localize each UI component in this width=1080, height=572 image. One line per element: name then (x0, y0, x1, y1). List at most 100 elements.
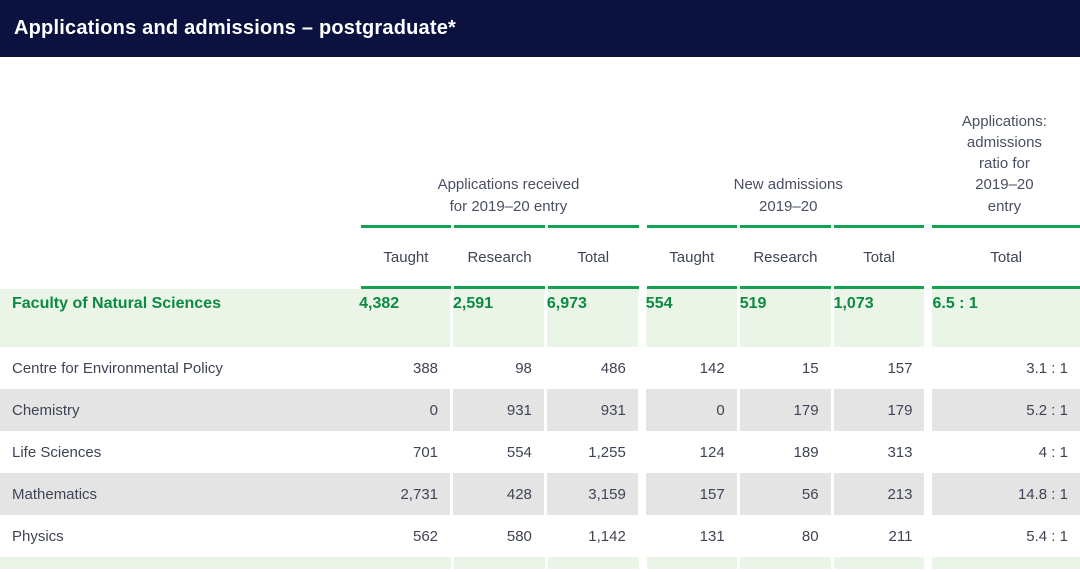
cell-ratio: 14.8 : 1 (932, 473, 1080, 515)
group-header-ratio: Applications: admissions ratio for 2019–… (929, 57, 1080, 225)
cell-ratio: 5.4 : 1 (932, 515, 1080, 557)
cell-apps-taught: 562 (359, 515, 450, 557)
column-group-gap (924, 473, 932, 515)
cell-adm-total: 213 (834, 473, 925, 515)
partial-cell (0, 557, 361, 569)
column-group-gap (924, 295, 932, 347)
column-group-gap (639, 557, 647, 569)
cell-apps-taught: 388 (359, 347, 450, 389)
faculty-adm-research: 519 (740, 295, 831, 347)
column-group-gap (638, 347, 646, 389)
cell-adm-research: 189 (740, 431, 831, 473)
row-label: Chemistry (0, 389, 359, 431)
table-sub-header-row: Taught Research Total Taught Research To… (0, 225, 1080, 289)
page-title: Applications and admissions – postgradua… (14, 17, 456, 40)
table-row[interactable]: Chemistry093193101791795.2 : 1 (0, 389, 1080, 431)
cell-apps-taught: 2,731 (359, 473, 450, 515)
partial-cell (647, 557, 738, 569)
column-group-gap (638, 389, 646, 431)
cell-ratio: 4 : 1 (932, 431, 1080, 473)
table-row-faculty[interactable]: Faculty of Natural Sciences 4,382 2,591 … (0, 295, 1080, 347)
row-label: Life Sciences (0, 431, 359, 473)
column-group-gap (638, 473, 646, 515)
sub-header-blank (0, 225, 361, 289)
cell-adm-taught: 157 (646, 473, 737, 515)
cell-adm-research: 56 (740, 473, 831, 515)
table-row-next-partial[interactable] (0, 557, 1080, 569)
group-header-applications-line1: Applications received (438, 174, 580, 195)
cell-apps-total: 1,142 (547, 515, 638, 557)
column-group-gap (638, 431, 646, 473)
faculty-adm-taught: 554 (646, 295, 737, 347)
partial-cell (932, 557, 1080, 569)
table-row[interactable]: Centre for Environmental Policy388984861… (0, 347, 1080, 389)
sub-header-apps-research: Research (454, 225, 545, 289)
cell-apps-research: 554 (453, 431, 544, 473)
cell-apps-total: 3,159 (547, 473, 638, 515)
sub-header-adm-total: Total (834, 225, 925, 289)
group-header-admissions-line2: 2019–20 (734, 196, 843, 217)
cell-adm-taught: 0 (646, 389, 737, 431)
faculty-ratio: 6.5 : 1 (932, 295, 1080, 347)
partial-cell (454, 557, 545, 569)
group-header-ratio-line5: entry (962, 196, 1047, 217)
column-group-gap (924, 225, 932, 289)
cell-adm-research: 15 (740, 347, 831, 389)
cell-ratio: 5.2 : 1 (932, 389, 1080, 431)
sub-header-apps-taught: Taught (361, 225, 452, 289)
cell-apps-taught: 701 (359, 431, 450, 473)
table-row[interactable]: Life Sciences7015541,2551241893134 : 1 (0, 431, 1080, 473)
row-label: Centre for Environmental Policy (0, 347, 359, 389)
cell-adm-taught: 131 (646, 515, 737, 557)
cell-adm-research: 179 (740, 389, 831, 431)
column-group-gap (638, 515, 646, 557)
table-body: Centre for Environmental Policy388984861… (0, 347, 1080, 557)
cell-apps-research: 428 (453, 473, 544, 515)
cell-apps-research: 98 (453, 347, 544, 389)
faculty-apps-research: 2,591 (453, 295, 544, 347)
group-header-ratio-line4: 2019–20 (962, 174, 1047, 195)
cell-adm-total: 211 (834, 515, 925, 557)
cell-adm-total: 179 (834, 389, 925, 431)
group-header-ratio-line3: ratio for (962, 153, 1047, 174)
group-header-applications-line2: for 2019–20 entry (438, 196, 580, 217)
cell-apps-research: 580 (453, 515, 544, 557)
cell-apps-total: 1,255 (547, 431, 638, 473)
column-group-gap (924, 389, 932, 431)
faculty-row-label: Faculty of Natural Sciences (0, 295, 359, 347)
row-label: Physics (0, 515, 359, 557)
cell-ratio: 3.1 : 1 (932, 347, 1080, 389)
cell-adm-taught: 142 (646, 347, 737, 389)
row-label: Mathematics (0, 473, 359, 515)
table-row[interactable]: Physics5625801,142131802115.4 : 1 (0, 515, 1080, 557)
cell-adm-taught: 124 (646, 431, 737, 473)
column-group-gap (924, 431, 932, 473)
partial-cell (548, 557, 639, 569)
sub-header-apps-total: Total (548, 225, 639, 289)
table-row[interactable]: Mathematics2,7314283,1591575621314.8 : 1 (0, 473, 1080, 515)
group-header-blank (0, 57, 369, 225)
cell-adm-research: 80 (740, 515, 831, 557)
group-header-ratio-line2: admissions (962, 132, 1047, 153)
sub-header-ratio-total: Total (932, 225, 1080, 289)
cell-apps-research: 931 (453, 389, 544, 431)
sub-header-adm-research: Research (740, 225, 831, 289)
cell-apps-taught: 0 (359, 389, 450, 431)
sub-header-adm-taught: Taught (647, 225, 738, 289)
group-header-ratio-line1: Applications: (962, 111, 1047, 132)
column-group-gap (638, 295, 646, 347)
group-header-new-admissions: New admissions 2019–20 (648, 57, 929, 225)
table-group-header-row: Applications received for 2019–20 entry … (0, 57, 1080, 225)
title-bar: Applications and admissions – postgradua… (0, 0, 1080, 57)
partial-cell (361, 557, 452, 569)
partial-cell (834, 557, 925, 569)
cell-adm-total: 157 (834, 347, 925, 389)
partial-cell (740, 557, 831, 569)
admissions-table: Applications received for 2019–20 entry … (0, 57, 1080, 569)
cell-adm-total: 313 (834, 431, 925, 473)
faculty-apps-total: 6,973 (547, 295, 638, 347)
cell-apps-total: 931 (547, 389, 638, 431)
faculty-apps-taught: 4,382 (359, 295, 450, 347)
column-group-gap (924, 347, 932, 389)
column-group-gap (924, 515, 932, 557)
